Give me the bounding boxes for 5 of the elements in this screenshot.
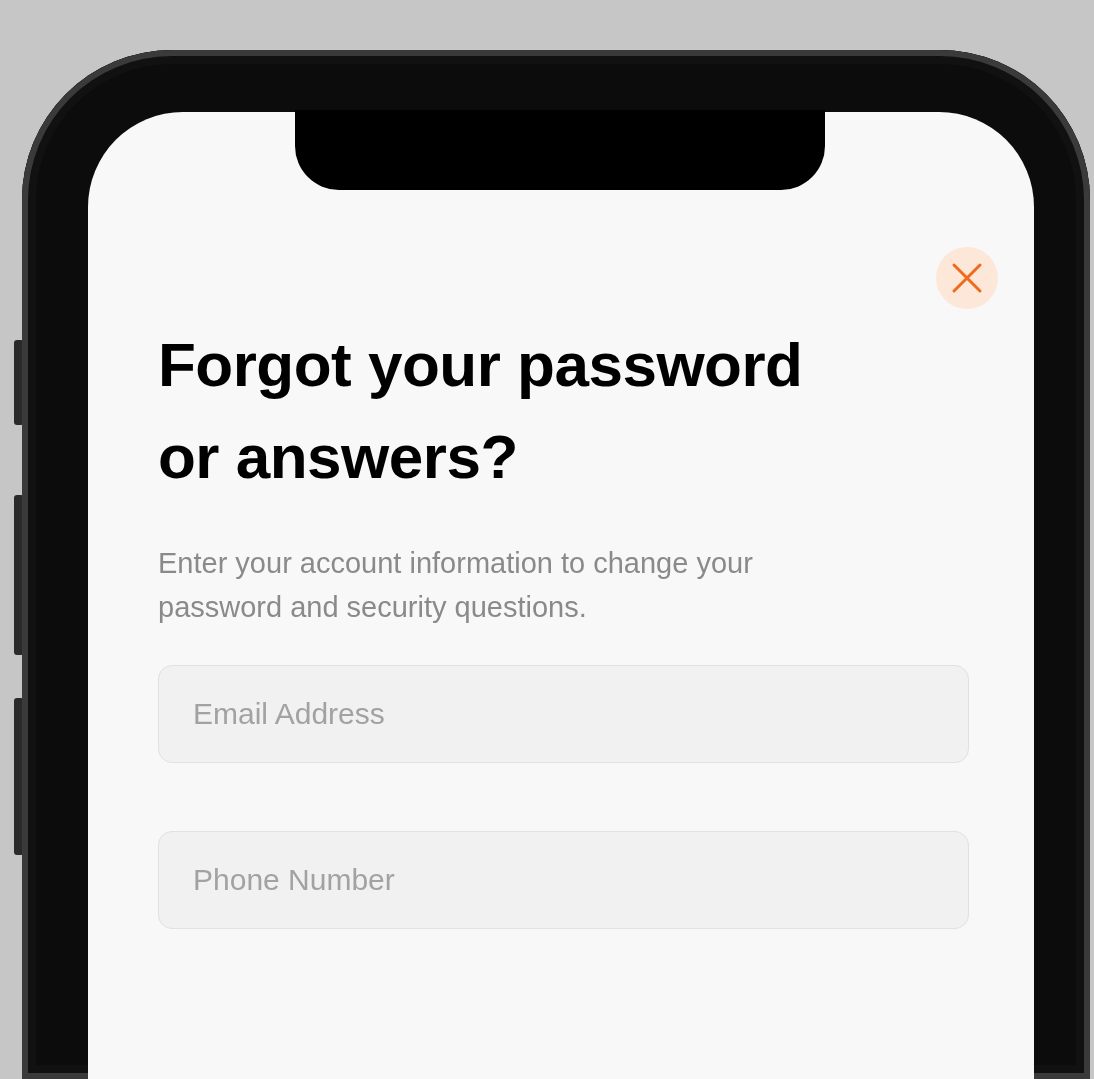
input-field[interactable]: Email Address bbox=[158, 665, 969, 763]
page-title: Forgot your password or answers? bbox=[158, 329, 804, 493]
close-icon bbox=[951, 262, 983, 294]
input-field[interactable]: Phone Number bbox=[158, 831, 969, 929]
description-text: Enter your account information to change your password and security questions. bbox=[158, 546, 754, 625]
